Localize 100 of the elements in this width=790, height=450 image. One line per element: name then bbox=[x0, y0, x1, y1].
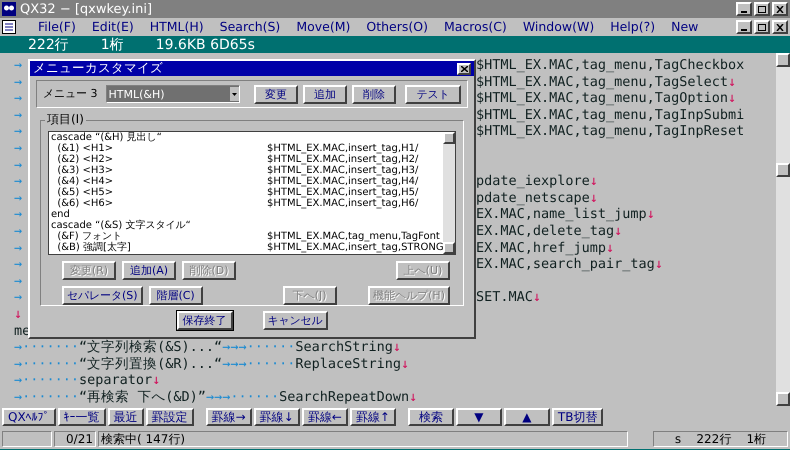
close-button[interactable] bbox=[772, 20, 788, 34]
editor-text: →·······separator↓ bbox=[14, 372, 160, 388]
scroll-down-button[interactable] bbox=[776, 392, 790, 406]
editor-text: →·······“文字列検索(&S)...“→→→······SearchString↓ bbox=[14, 339, 402, 356]
minimize-button[interactable] bbox=[736, 2, 752, 16]
editor-text: → bbox=[14, 222, 22, 240]
status-cell bbox=[2, 431, 52, 447]
column-count: 1桁 bbox=[100, 38, 124, 52]
close-icon bbox=[776, 6, 784, 12]
list-item[interactable]: (&B) 強調[太字] $HTML_EX.MAC,insert_tag,STRONG bbox=[51, 242, 441, 253]
editor-text: EX.MAC,search_pair_tag↓ bbox=[476, 256, 663, 273]
editor-text: → bbox=[14, 289, 22, 306]
dialog-button[interactable]: テスト bbox=[405, 84, 461, 104]
editor-text: →·······“再検索 下へ(&D)”→→→······SearchRepeatDown↓ bbox=[14, 388, 418, 405]
editor-text: → bbox=[14, 256, 22, 273]
dialog-title: メニューカスタマイズ bbox=[33, 62, 164, 75]
editor-text: SET.MAC↓ bbox=[476, 289, 542, 306]
menu-item[interactable]: Move(M) bbox=[296, 20, 350, 34]
editor-text: $HTML_EX.MAC,tag_menu,TagSelect↓ bbox=[476, 74, 736, 90]
editor-text: $HTML_EX.MAC,tag_menu,TagInpSubmi bbox=[476, 106, 744, 124]
scroll-thumb[interactable] bbox=[776, 163, 790, 177]
editor-text: $HTML_EX.MAC,tag_menu,TagOption↓ bbox=[476, 90, 736, 107]
menu-item[interactable]: Help(?) bbox=[610, 20, 656, 34]
editor-text: → bbox=[14, 140, 22, 157]
menu-item[interactable]: Others(O) bbox=[366, 20, 428, 34]
dialog-button[interactable]: 変更 bbox=[254, 84, 298, 104]
toolbar-button[interactable]: 罫線← bbox=[302, 408, 348, 426]
menu-item[interactable]: New bbox=[671, 20, 698, 34]
document-icon[interactable] bbox=[2, 20, 16, 34]
window-title: QX32 − [qxwkey.ini] bbox=[20, 2, 152, 16]
toolbar-button[interactable]: 罫線→ bbox=[206, 408, 252, 426]
editor-text: →·······“文字列置換(&R)...“→→→······ReplaceString↓ bbox=[14, 356, 410, 372]
item-list[interactable] bbox=[48, 131, 456, 255]
editor-text: → bbox=[14, 173, 22, 190]
editor-text: → bbox=[14, 240, 22, 256]
menu-dropdown[interactable]: HTML(&H) bbox=[106, 85, 240, 103]
list-item[interactable]: cascade “(&S) 文字スタイル“ bbox=[51, 220, 441, 231]
close-button[interactable] bbox=[772, 2, 788, 16]
dialog-button[interactable]: 削除 bbox=[352, 84, 396, 104]
dialog-button[interactable]: セパレータ(S) bbox=[62, 286, 143, 305]
list-item[interactable]: (&6) <H6> $HTML_EX.MAC,insert_tag,H6/ bbox=[51, 198, 441, 209]
toolbar-button[interactable]: 最近 bbox=[108, 408, 144, 426]
toolbar-button[interactable]: ▲ bbox=[504, 408, 550, 426]
group-label: 項目(I) bbox=[45, 113, 86, 125]
list-item[interactable]: end bbox=[51, 209, 441, 220]
scroll-down-button[interactable] bbox=[443, 242, 455, 254]
maximize-icon bbox=[758, 6, 766, 12]
close-icon bbox=[460, 66, 468, 72]
toolbar-button[interactable]: 罫設定 bbox=[146, 408, 194, 426]
menu-item[interactable]: Search(S) bbox=[220, 20, 280, 34]
editor-text: ↓ bbox=[14, 306, 22, 322]
editor-text: → bbox=[14, 156, 22, 174]
list-item[interactable]: (&F) フォント $HTML_EX.MAC,tag_menu,TagFont bbox=[51, 231, 441, 242]
line-count: 222行 bbox=[28, 38, 69, 52]
app-icon bbox=[2, 2, 16, 16]
dialog-button[interactable]: 階層(C) bbox=[148, 286, 203, 305]
maximize-button[interactable] bbox=[754, 2, 770, 16]
toolbar-button[interactable]: TB切替 bbox=[552, 408, 604, 426]
list-item[interactable]: (&4) <H4> $HTML_EX.MAC,insert_tag,H4/ bbox=[51, 176, 441, 187]
list-item[interactable]: (&3) <H3> $HTML_EX.MAC,insert_tag,H3/ bbox=[51, 165, 441, 176]
editor-text: $HTML_EX.MAC,tag_menu,TagCheckbox bbox=[476, 57, 744, 74]
dialog-button[interactable]: キャンセル bbox=[262, 311, 328, 330]
toolbar-button[interactable]: ▼ bbox=[456, 408, 502, 426]
dialog-button[interactable]: 追加 bbox=[303, 84, 347, 104]
menu-item[interactable]: Edit(E) bbox=[92, 20, 134, 34]
dialog-button[interactable]: 追加(A) bbox=[122, 261, 176, 280]
toolbar-button[interactable]: 罫線↑ bbox=[350, 408, 396, 426]
toolbar-button[interactable]: 検索 bbox=[408, 408, 454, 426]
toolbar-button[interactable]: ｷｰ一覧 bbox=[58, 408, 106, 426]
list-item[interactable]: (&2) <H2> $HTML_EX.MAC,insert_tag,H2/ bbox=[51, 154, 441, 165]
close-icon bbox=[776, 24, 784, 30]
file-size: 19.6KB 6D65s bbox=[156, 38, 255, 52]
menu-item[interactable]: Macros(C) bbox=[444, 20, 507, 34]
list-item[interactable]: (&1) <H1> $HTML_EX.MAC,insert_tag,H1/ bbox=[51, 143, 441, 154]
menu-item[interactable]: HTML(H) bbox=[150, 20, 204, 34]
editor-text: EX.MAC,href_jump↓ bbox=[476, 240, 614, 256]
toolbar-button[interactable]: QXﾍﾙﾌﾟ bbox=[2, 408, 56, 426]
close-button[interactable] bbox=[457, 62, 471, 74]
editor-text: $HTML_EX.MAC,tag_menu,TagInpReset bbox=[476, 123, 744, 140]
scroll-up-button[interactable] bbox=[443, 132, 455, 144]
menu-item[interactable]: Window(W) bbox=[522, 20, 594, 34]
menu-item[interactable]: File(F) bbox=[38, 20, 76, 34]
editor-text: → bbox=[14, 123, 22, 140]
maximize-button[interactable] bbox=[754, 20, 770, 34]
minimize-button[interactable] bbox=[736, 20, 752, 34]
editor-text: → bbox=[14, 206, 22, 223]
scrollbar[interactable] bbox=[776, 53, 790, 406]
list-item[interactable]: (&5) <H5> $HTML_EX.MAC,insert_tag,H5/ bbox=[51, 187, 441, 198]
editor-text: → bbox=[14, 272, 22, 290]
editor-text: EX.MAC,name_list_jump↓ bbox=[476, 206, 655, 223]
list-item[interactable]: cascade “(&H) 見出し“ bbox=[51, 132, 441, 143]
toolbar-button[interactable]: 罫線↓ bbox=[254, 408, 300, 426]
maximize-icon bbox=[758, 24, 766, 30]
editor-text: → bbox=[14, 106, 22, 124]
editor-text: → bbox=[14, 57, 22, 74]
dialog-button[interactable]: 保存終了 bbox=[176, 311, 232, 330]
status-position: s 222行 1桁 bbox=[653, 431, 788, 447]
editor-text: → bbox=[14, 190, 22, 206]
scroll-up-button[interactable] bbox=[776, 53, 790, 67]
editor-text: EX.MAC,delete_tag↓ bbox=[476, 222, 622, 240]
